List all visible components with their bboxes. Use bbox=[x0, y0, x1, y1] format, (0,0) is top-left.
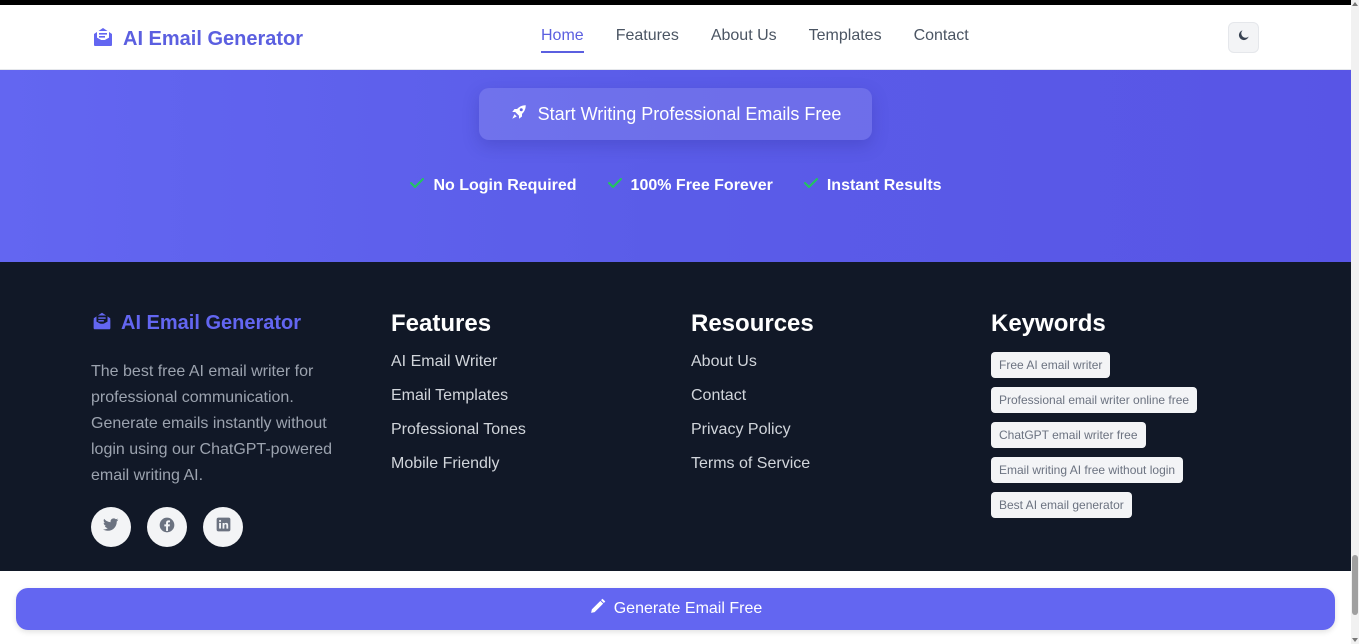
generate-email-button[interactable]: Generate Email Free bbox=[16, 588, 1335, 630]
check-icon bbox=[803, 176, 819, 195]
footer-link-email-templates[interactable]: Email Templates bbox=[391, 386, 526, 406]
envelope-icon bbox=[91, 25, 115, 54]
footer-link-professional-tones[interactable]: Professional Tones bbox=[391, 420, 526, 440]
keyword-tags: Free AI email writer Professional email … bbox=[991, 352, 1198, 518]
scrollbar-thumb[interactable] bbox=[1352, 555, 1358, 615]
footer-keywords-column: Keywords Free AI email writer Profession… bbox=[991, 310, 1198, 518]
benefit-item: No Login Required bbox=[409, 176, 577, 195]
nav-contact[interactable]: Contact bbox=[914, 27, 969, 53]
facebook-icon bbox=[159, 517, 175, 538]
footer-link-contact[interactable]: Contact bbox=[691, 386, 814, 406]
benefit-item: Instant Results bbox=[803, 176, 942, 195]
start-writing-label: Start Writing Professional Emails Free bbox=[537, 103, 842, 124]
social-links bbox=[91, 507, 356, 547]
footer-link-mobile-friendly[interactable]: Mobile Friendly bbox=[391, 454, 526, 474]
footer-brand[interactable]: AI Email Generator bbox=[91, 310, 356, 337]
benefit-label: Instant Results bbox=[826, 176, 942, 194]
footer-resources-column: Resources About Us Contact Privacy Polic… bbox=[691, 310, 814, 488]
nav-features[interactable]: Features bbox=[616, 27, 679, 53]
footer-description: The best free AI email writer for profes… bbox=[91, 363, 333, 484]
keyword-tag[interactable]: ChatGPT email writer free bbox=[991, 422, 1146, 448]
start-writing-button[interactable]: Start Writing Professional Emails Free bbox=[479, 88, 872, 140]
features-heading: Features bbox=[391, 310, 492, 337]
check-icon bbox=[409, 176, 425, 195]
footer-brand-column: AI Email Generator The best free AI emai… bbox=[91, 310, 356, 547]
twitter-button[interactable] bbox=[91, 507, 131, 547]
nav-templates[interactable]: Templates bbox=[809, 27, 882, 53]
keywords-heading: Keywords bbox=[991, 310, 1106, 337]
check-icon bbox=[607, 176, 623, 195]
linkedin-button[interactable] bbox=[203, 507, 243, 547]
footer-link-terms-of-service[interactable]: Terms of Service bbox=[691, 454, 814, 474]
page-scrollbar[interactable] bbox=[1351, 0, 1359, 644]
footer-features-column: Features AI Email Writer Email Templates… bbox=[391, 310, 526, 488]
site-footer: AI Email Generator The best free AI emai… bbox=[0, 262, 1351, 571]
keyword-tag[interactable]: Email writing AI free without login bbox=[991, 457, 1184, 483]
linkedin-icon bbox=[216, 517, 231, 537]
brand-name: AI Email Generator bbox=[123, 28, 304, 50]
footer-link-ai-email-writer[interactable]: AI Email Writer bbox=[391, 352, 526, 372]
keyword-tag[interactable]: Professional email writer online free bbox=[991, 387, 1198, 413]
twitter-icon bbox=[103, 517, 119, 537]
scroll-up-arrow-icon[interactable] bbox=[1352, 2, 1358, 6]
generate-email-label: Generate Email Free bbox=[613, 600, 763, 617]
moon-icon bbox=[1237, 28, 1251, 47]
facebook-button[interactable] bbox=[147, 507, 187, 547]
theme-toggle-button[interactable] bbox=[1228, 22, 1259, 53]
keyword-tag[interactable]: Free AI email writer bbox=[991, 352, 1111, 378]
benefit-label: 100% Free Forever bbox=[630, 176, 773, 194]
benefit-item: 100% Free Forever bbox=[607, 176, 773, 195]
site-header: AI Email Generator Home Features About U… bbox=[0, 5, 1351, 70]
footer-brand-name: AI Email Generator bbox=[121, 312, 302, 334]
footer-link-about-us[interactable]: About Us bbox=[691, 352, 814, 372]
pencil-icon bbox=[589, 598, 606, 620]
hero-section: Start Writing Professional Emails Free N… bbox=[0, 70, 1351, 262]
main-nav: Home Features About Us Templates Contact bbox=[541, 27, 969, 53]
scroll-down-arrow-icon[interactable] bbox=[1352, 638, 1358, 642]
keyword-tag[interactable]: Best AI email generator bbox=[991, 492, 1132, 518]
envelope-icon bbox=[91, 310, 113, 337]
hero-benefits: No Login Required 100% Free Forever Inst… bbox=[0, 176, 1351, 195]
nav-home[interactable]: Home bbox=[541, 27, 584, 53]
resources-heading: Resources bbox=[691, 310, 814, 337]
benefit-label: No Login Required bbox=[433, 176, 577, 194]
nav-about-us[interactable]: About Us bbox=[711, 27, 777, 53]
footer-link-privacy-policy[interactable]: Privacy Policy bbox=[691, 420, 814, 440]
rocket-icon bbox=[510, 103, 528, 126]
brand-logo[interactable]: AI Email Generator bbox=[91, 25, 303, 54]
